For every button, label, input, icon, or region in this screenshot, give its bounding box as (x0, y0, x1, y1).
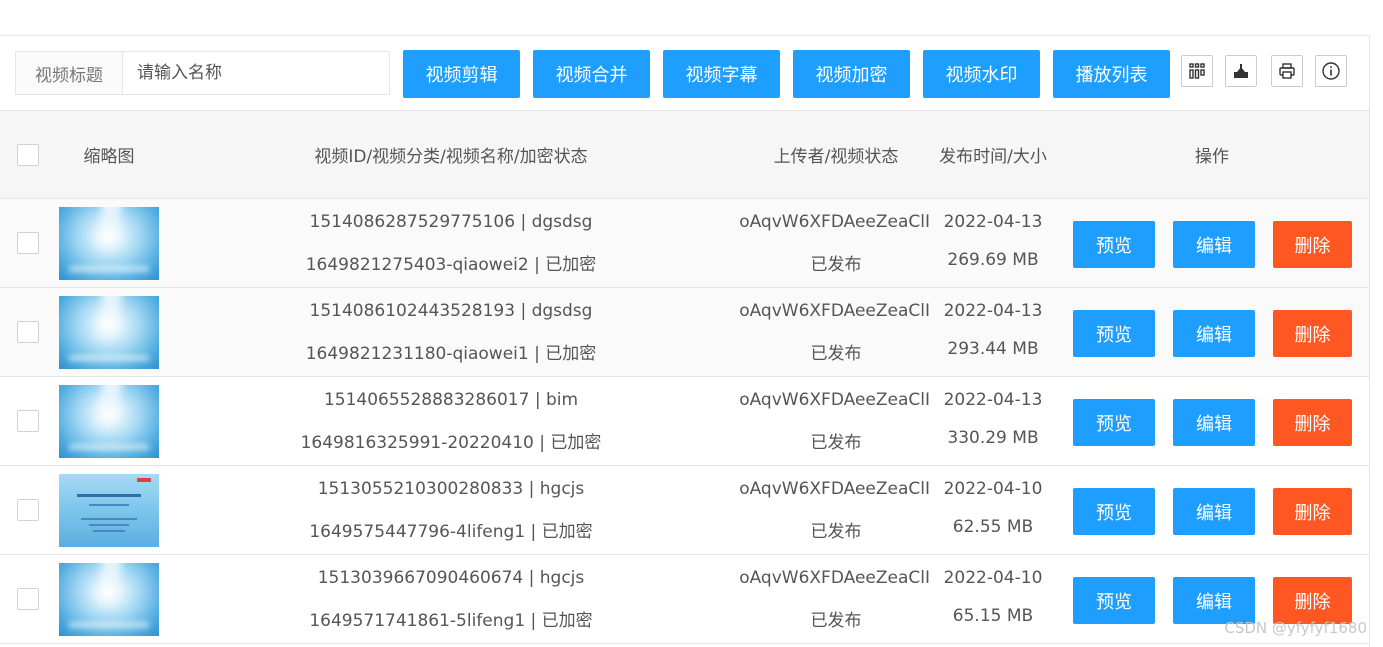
file-size: 293.44 MB (947, 339, 1039, 359)
print-icon[interactable] (1271, 55, 1303, 87)
video-status: 已发布 (810, 433, 862, 453)
header-info: 视频ID/视频分类/视频名称/加密状态 (314, 147, 588, 167)
preview-button[interactable]: 预览 (1073, 310, 1155, 357)
preview-button[interactable]: 预览 (1073, 577, 1155, 624)
header-thumbnail: 缩略图 (83, 147, 135, 167)
columns-icon[interactable] (1181, 55, 1213, 87)
table-row: 1514065528883286017 | bim 1649816325991-… (0, 377, 1369, 466)
file-size: 269.69 MB (947, 250, 1039, 270)
csdn-watermark: CSDN @yfyfyf1680 (1224, 619, 1367, 637)
video-id-category: 1514086287529775106 | dgsdsg (309, 212, 593, 232)
row-checkbox[interactable] (17, 321, 39, 343)
export-icon[interactable] (1225, 55, 1257, 87)
table-row: 1514086287529775106 | dgsdsg 16498212754… (0, 199, 1369, 288)
video-id-category: 1513055210300280833 | hgcjs (317, 479, 585, 499)
video-name-encryption: 1649816325991-20220410 | 已加密 (300, 433, 602, 453)
uploader-id: oAqvW6XFDAeeZeaClI (739, 212, 930, 232)
publish-date: 2022-04-10 (943, 479, 1043, 499)
video-name-encryption: 1649821231180-qiaowei1 | 已加密 (305, 344, 597, 364)
video-name-encryption: 1649821275403-qiaowei2 | 已加密 (305, 255, 597, 275)
video-name-encryption: 1649571741861-5lifeng1 | 已加密 (309, 611, 593, 631)
video-id-category: 1514065528883286017 | bim (323, 390, 579, 410)
table-row: 1513039667090460674 | hgcjs 164957174186… (0, 555, 1369, 644)
publish-date: 2022-04-10 (943, 568, 1043, 588)
table-header: 缩略图 视频ID/视频分类/视频名称/加密状态 上传者/视频状态 发布时间/大小… (0, 110, 1369, 199)
file-size: 62.55 MB (952, 517, 1034, 537)
video-merge-button[interactable]: 视频合并 (533, 50, 650, 98)
publish-date: 2022-04-13 (943, 390, 1043, 410)
select-all-checkbox[interactable] (17, 144, 39, 166)
video-management-panel: 视频标题 视频剪辑 视频合并 视频字幕 视频加密 视频水印 播放列表 (0, 35, 1370, 647)
row-checkbox[interactable] (17, 499, 39, 521)
edit-button[interactable]: 编辑 (1173, 221, 1255, 268)
uploader-id: oAqvW6XFDAeeZeaClI (739, 301, 930, 321)
video-encrypt-button[interactable]: 视频加密 (793, 50, 910, 98)
table-row: 1514086102443528193 | dgsdsg 16498212311… (0, 288, 1369, 377)
search-label: 视频标题 (16, 52, 123, 94)
preview-button[interactable]: 预览 (1073, 488, 1155, 535)
table-row: 1513055210300280833 | hgcjs 164957544779… (0, 466, 1369, 555)
video-name-encryption: 1649575447796-4lifeng1 | 已加密 (309, 522, 593, 542)
uploader-id: oAqvW6XFDAeeZeaClI (739, 390, 930, 410)
video-status: 已发布 (810, 611, 862, 631)
video-id-category: 1513039667090460674 | hgcjs (317, 568, 585, 588)
video-id-category: 1514086102443528193 | dgsdsg (309, 301, 593, 321)
video-thumbnail[interactable] (59, 207, 159, 280)
publish-date: 2022-04-13 (943, 301, 1043, 321)
video-status: 已发布 (810, 522, 862, 542)
uploader-id: oAqvW6XFDAeeZeaClI (739, 479, 930, 499)
header-actions: 操作 (1195, 147, 1229, 167)
row-checkbox[interactable] (17, 410, 39, 432)
video-status: 已发布 (810, 255, 862, 275)
video-watermark-button[interactable]: 视频水印 (923, 50, 1040, 98)
edit-button[interactable]: 编辑 (1173, 399, 1255, 446)
uploader-id: oAqvW6XFDAeeZeaClI (739, 568, 930, 588)
delete-button[interactable]: 删除 (1273, 310, 1352, 357)
info-icon[interactable] (1315, 55, 1347, 87)
file-size: 330.29 MB (947, 428, 1039, 448)
header-date-size: 发布时间/大小 (939, 147, 1047, 167)
video-thumbnail[interactable] (59, 474, 159, 547)
row-checkbox[interactable] (17, 588, 39, 610)
edit-button[interactable]: 编辑 (1173, 488, 1255, 535)
playlist-button[interactable]: 播放列表 (1053, 50, 1170, 98)
publish-date: 2022-04-13 (943, 212, 1043, 232)
search-input[interactable] (123, 52, 389, 94)
file-size: 65.15 MB (952, 606, 1034, 626)
video-thumbnail[interactable] (59, 296, 159, 369)
delete-button[interactable]: 删除 (1273, 221, 1352, 268)
preview-button[interactable]: 预览 (1073, 399, 1155, 446)
delete-button[interactable]: 删除 (1273, 577, 1352, 624)
video-subtitle-button[interactable]: 视频字幕 (663, 50, 780, 98)
edit-button[interactable]: 编辑 (1173, 577, 1255, 624)
preview-button[interactable]: 预览 (1073, 221, 1155, 268)
video-thumbnail[interactable] (59, 563, 159, 636)
search-box: 视频标题 (15, 51, 390, 95)
video-status: 已发布 (810, 344, 862, 364)
header-uploader: 上传者/视频状态 (773, 147, 899, 167)
video-clip-button[interactable]: 视频剪辑 (403, 50, 520, 98)
video-thumbnail[interactable] (59, 385, 159, 458)
row-checkbox[interactable] (17, 232, 39, 254)
delete-button[interactable]: 删除 (1273, 488, 1352, 535)
delete-button[interactable]: 删除 (1273, 399, 1352, 446)
edit-button[interactable]: 编辑 (1173, 310, 1255, 357)
